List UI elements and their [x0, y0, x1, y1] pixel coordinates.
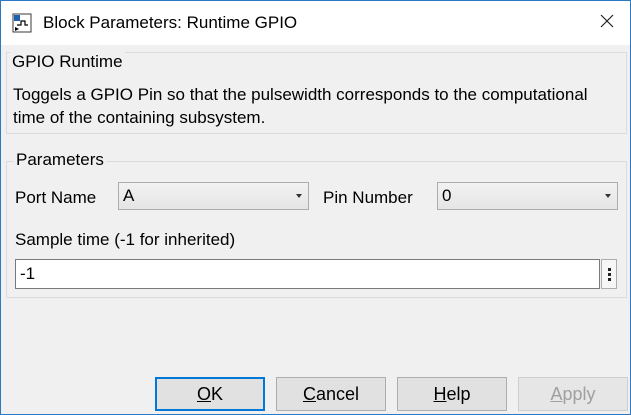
pin-number-label: Pin Number: [323, 188, 413, 207]
port-name-label: Port Name: [15, 188, 97, 207]
description-heading: GPIO Runtime: [10, 52, 125, 72]
port-name-value: A: [123, 186, 135, 205]
parameters-heading: Parameters: [14, 150, 106, 170]
block-parameters-dialog: Block Parameters: Runtime GPIO GPIO Runt…: [0, 0, 631, 415]
simulink-block-icon: [12, 13, 32, 33]
window-title: Block Parameters: Runtime GPIO: [43, 13, 298, 32]
pin-number-dropdown[interactable]: 0: [437, 182, 618, 210]
sample-time-input[interactable]: [15, 259, 600, 289]
pin-number-value: 0: [442, 186, 452, 205]
port-name-dropdown[interactable]: A: [118, 182, 309, 210]
ok-button[interactable]: OK: [155, 377, 265, 411]
title-bar: Block Parameters: Runtime GPIO: [1, 1, 630, 45]
chevron-down-icon: [296, 194, 302, 198]
description-text: Toggels a GPIO Pin so that the pulsewidt…: [13, 85, 588, 127]
vertical-dots-icon: [607, 267, 611, 271]
cancel-button[interactable]: Cancel: [276, 377, 386, 411]
apply-button[interactable]: Apply: [518, 377, 628, 411]
close-icon: [600, 14, 614, 33]
close-button[interactable]: [584, 1, 630, 45]
sample-time-label: Sample time (-1 for inherited): [15, 230, 236, 249]
chevron-down-icon: [605, 194, 611, 198]
help-button[interactable]: Help: [397, 377, 507, 411]
sample-time-options-button[interactable]: [601, 259, 617, 289]
